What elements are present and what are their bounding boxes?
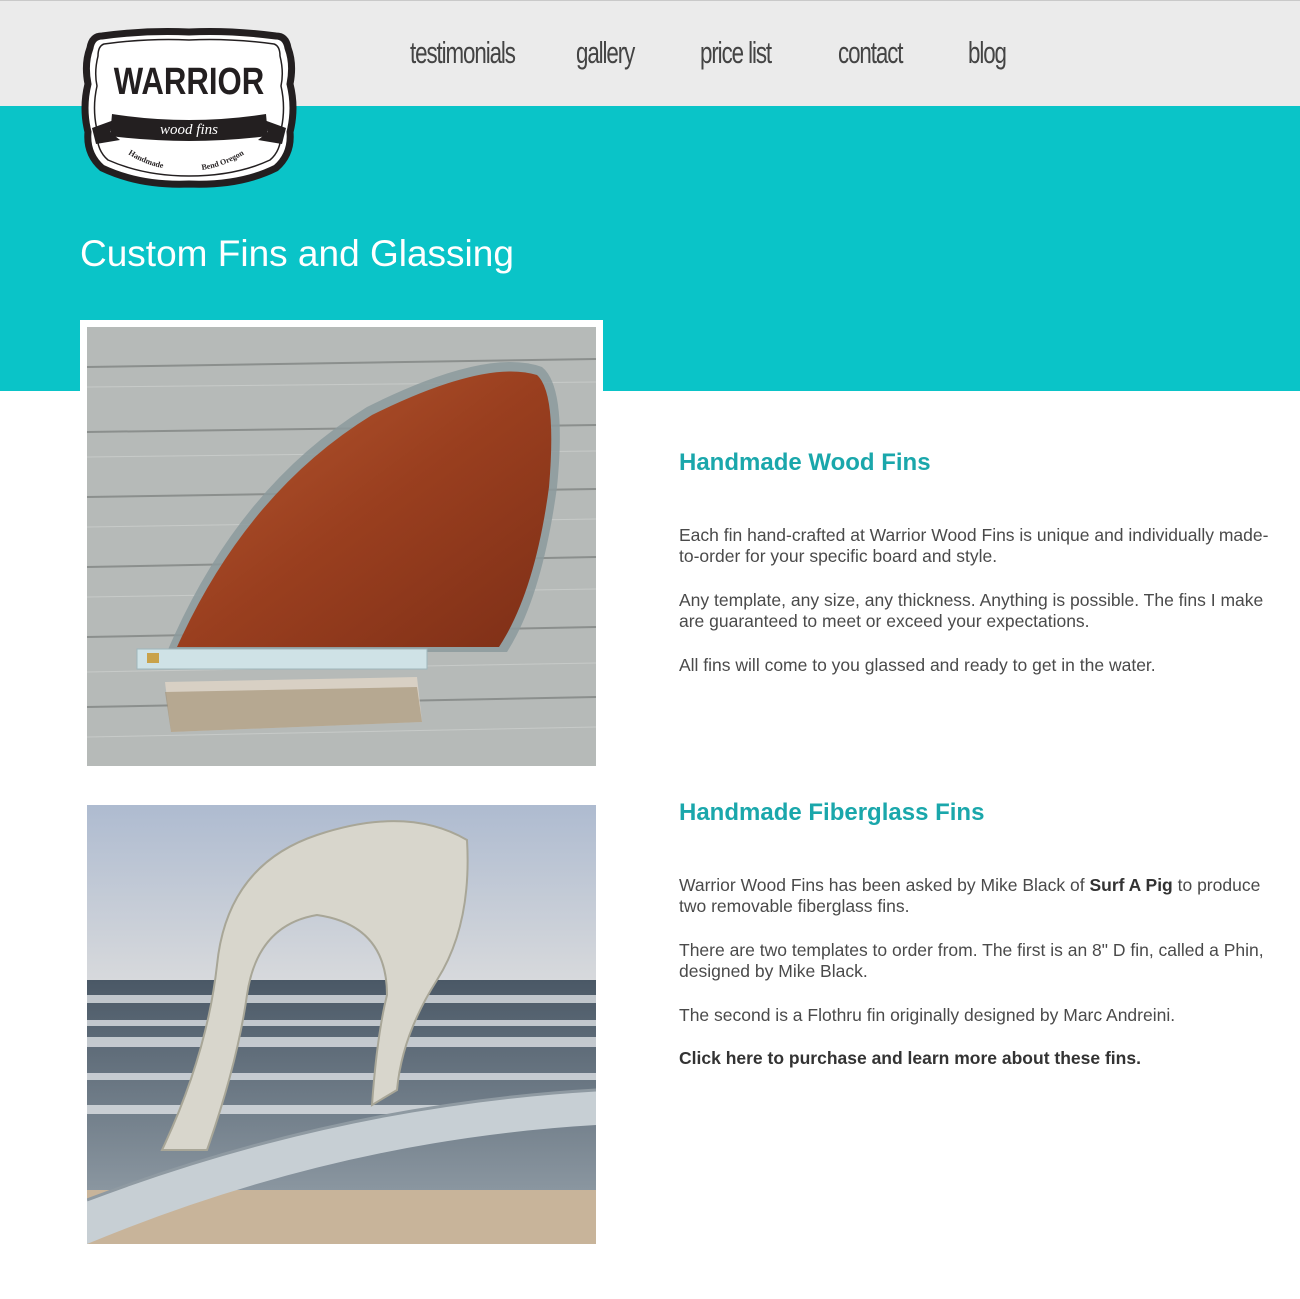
wood-para-2: Any template, any size, any thickness. A… [679, 590, 1264, 631]
logo-sub: wood fins [160, 122, 218, 138]
logo-brand: WARRIOR [114, 61, 265, 103]
nav-gallery[interactable]: gallery [576, 35, 635, 71]
fiberglass-fin-photo [80, 798, 603, 1251]
page-title: Custom Fins and Glassing [80, 233, 514, 274]
fiberglass-para-3: The second is a Flothru fin originally d… [679, 1005, 1176, 1025]
nav-testimonials[interactable]: testimonials [410, 35, 516, 71]
nav-contact[interactable]: contact [838, 35, 903, 71]
fiberglass-para-2: There are two templates to order from. T… [679, 940, 1264, 981]
surf-a-pig-label: Surf A Pig [1089, 875, 1173, 895]
nav-blog[interactable]: blog [968, 35, 1007, 71]
wood-fin-photo [80, 320, 603, 773]
nav-price-list[interactable]: price list [700, 35, 772, 71]
wood-para-1: Each fin hand-crafted at Warrior Wood Fi… [679, 525, 1269, 566]
section-heading-fiberglass: Handmade Fiberglass Fins [679, 799, 985, 826]
section-heading-wood: Handmade Wood Fins [679, 449, 931, 476]
fiberglass-para-1: Warrior Wood Fins has been asked by Mike… [679, 875, 1269, 917]
purchase-link[interactable]: Click here to purchase and learn more ab… [679, 1048, 1269, 1069]
wood-para-3: All fins will come to you glassed and re… [679, 655, 1156, 675]
fiberglass-para-1-a: Warrior Wood Fins has been asked by Mike… [679, 875, 1090, 895]
warrior-logo[interactable]: WARRIOR wood fins Handmade Bend Oregon [80, 28, 298, 188]
